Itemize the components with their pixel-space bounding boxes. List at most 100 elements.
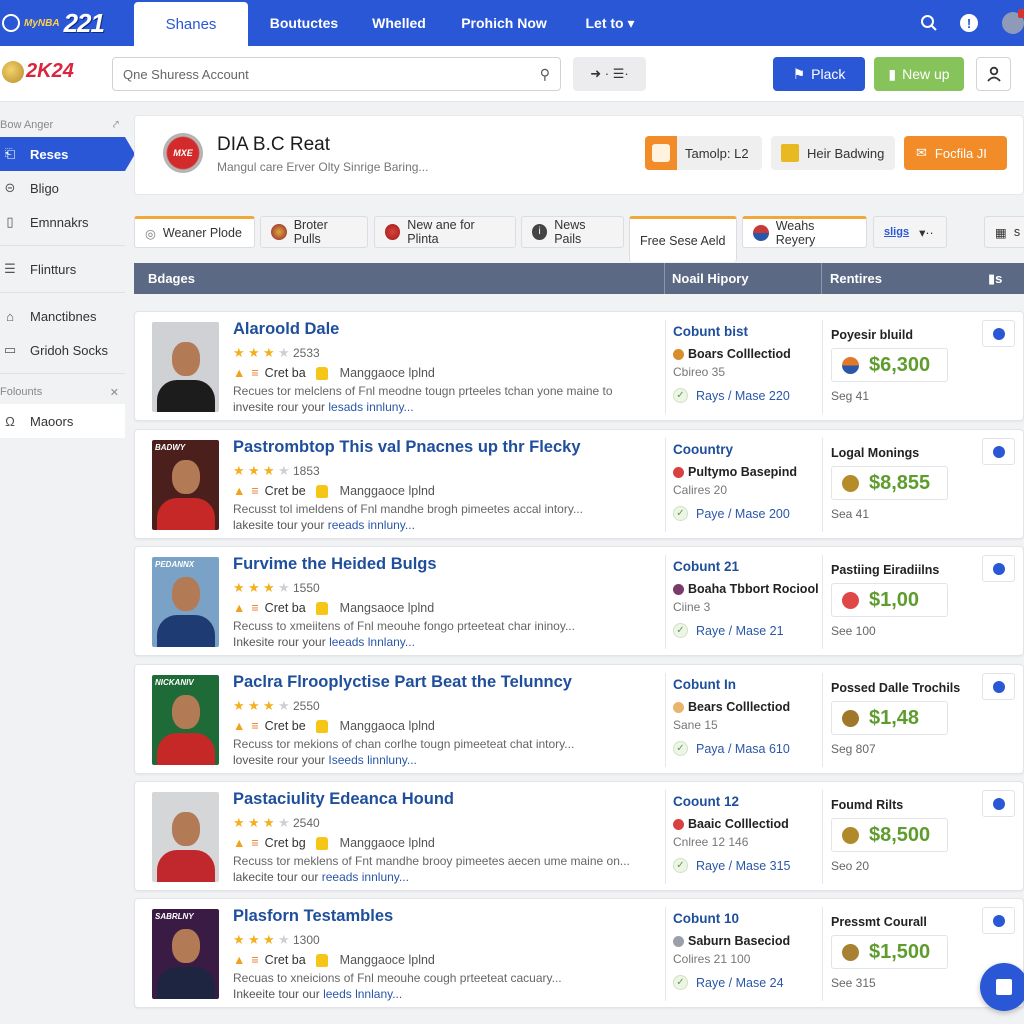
search-icon[interactable] bbox=[918, 12, 940, 34]
price-box[interactable]: $8,500 bbox=[831, 818, 948, 852]
nav-tab-shanes[interactable]: Shanes bbox=[134, 2, 248, 46]
sidebar-section-title: Bow Anger bbox=[0, 119, 54, 131]
column-divider bbox=[665, 790, 666, 884]
filter-tab-weahs-reyery[interactable]: Weahs Reyery bbox=[742, 216, 867, 248]
price-box[interactable]: $6,300 bbox=[831, 348, 948, 382]
collection-label: Saburn Baseciod bbox=[688, 934, 791, 948]
filter-button[interactable]: ➜ · ☰· bbox=[573, 57, 646, 91]
filter-tab-new-ane-for-plinta[interactable]: New ane for Plinta bbox=[374, 216, 516, 248]
filter-tab-more-dropdown[interactable]: sligs ▾·· bbox=[873, 216, 947, 248]
sidebar-item-gridoh-socks[interactable]: ▭ Gridoh Socks bbox=[0, 333, 125, 367]
chat-fab-button[interactable] bbox=[980, 963, 1024, 1011]
row-title[interactable]: Alaroold Dale bbox=[233, 320, 339, 339]
read-more-link[interactable]: leeds lnnlany... bbox=[323, 987, 402, 1001]
history-link[interactable]: ✓ Raye / Mase 24 bbox=[673, 975, 784, 990]
page-subtitle: Mangul care Erver Olty Sinrige Baring... bbox=[217, 160, 429, 174]
read-more-link[interactable]: leeads lnnlany... bbox=[329, 635, 415, 649]
heir-badwing-button[interactable]: Heir Badwing bbox=[771, 136, 895, 170]
row-action-button[interactable] bbox=[982, 320, 1015, 347]
row-title[interactable]: Pastaciulity Edeanca Hound bbox=[233, 790, 454, 809]
user-avatar[interactable] bbox=[1002, 9, 1024, 34]
column-header-rentires[interactable]: Rentires bbox=[830, 271, 882, 286]
price-value: $1,00 bbox=[869, 588, 920, 611]
column-header-history[interactable]: Noail Hipory bbox=[672, 271, 749, 286]
collection-icon bbox=[673, 466, 684, 478]
row-title[interactable]: Plasforn Testambles bbox=[233, 907, 393, 926]
coin-icon bbox=[842, 474, 859, 492]
history-link[interactable]: ✓ Paye / Mase 200 bbox=[673, 506, 790, 521]
focfila-button[interactable]: ✉ Focfila JI bbox=[904, 136, 1007, 170]
new-up-button-label: New up bbox=[902, 66, 950, 82]
sidebar-item-label: Emnnakrs bbox=[30, 214, 89, 230]
read-more-link[interactable]: reeads innluny... bbox=[322, 870, 409, 884]
row-title[interactable]: Paclra Flrooplyctise Part Beat the Telun… bbox=[233, 673, 572, 692]
row-meta: ▲ ≡ Cret ba Manggaoce lplnd bbox=[233, 366, 435, 380]
sidebar-item-bligo[interactable]: ⊝ Bligo bbox=[0, 171, 125, 205]
filter-tab-free-sese-aeld[interactable]: Free Sese Aeld bbox=[629, 216, 737, 262]
table-row-5[interactable]: Pastaciulity Edeanca Hound ★ ★ ★ ★ 2540 … bbox=[134, 781, 1024, 891]
table-row-1[interactable]: Alaroold Dale ★ ★ ★ ★ 2533 ▲ ≡ Cret ba Ma… bbox=[134, 311, 1024, 421]
place-button-label: Plack bbox=[811, 66, 846, 82]
row-title[interactable]: Furvime the Heided Bulgs bbox=[233, 555, 437, 574]
collapse-icon[interactable]: ⤤ bbox=[113, 119, 119, 132]
filter-tab-broter-pulls[interactable]: Broter Pulls bbox=[260, 216, 368, 248]
sidebar-section-title: Folounts bbox=[0, 386, 43, 398]
brand-logo[interactable]: MyNBA 221 bbox=[0, 8, 105, 38]
history-link[interactable]: ✓ Raye / Mase 21 bbox=[673, 623, 784, 638]
nav-tab-prohich-now[interactable]: Prohich Now bbox=[455, 0, 553, 46]
price-box[interactable]: $8,855 bbox=[831, 466, 948, 500]
collection-icon bbox=[673, 583, 684, 595]
column-header-badges[interactable]: Bdages bbox=[148, 271, 195, 286]
history-link[interactable]: ✓ Raye / Mase 315 bbox=[673, 858, 791, 873]
player-thumbnail bbox=[152, 322, 219, 412]
row-action-button[interactable] bbox=[982, 790, 1015, 817]
lock-icon bbox=[315, 719, 328, 733]
filter-tab-label: Weaner Plode bbox=[162, 226, 242, 240]
read-more-link[interactable]: lesads innluny... bbox=[328, 400, 413, 414]
new-up-button[interactable]: ▮ New up bbox=[874, 57, 964, 91]
profile-button[interactable] bbox=[976, 57, 1011, 91]
filter-tab-extra[interactable]: ▦ s bbox=[984, 216, 1024, 248]
row-action-button[interactable] bbox=[982, 438, 1015, 465]
sidebar-item-emnnakrs[interactable]: ▯ Emnnakrs bbox=[0, 205, 125, 239]
info-icon[interactable]: ! bbox=[958, 12, 980, 34]
meta-value: Manggaoce lplnd bbox=[339, 953, 435, 967]
history-link[interactable]: ✓ Rays / Mase 220 bbox=[673, 388, 790, 403]
column-header-actions[interactable]: ▮s bbox=[988, 271, 1002, 287]
price-box[interactable]: $1,48 bbox=[831, 701, 948, 735]
lock-icon bbox=[315, 836, 328, 850]
row-action-button[interactable] bbox=[982, 907, 1015, 934]
close-icon[interactable]: ✕ bbox=[110, 386, 119, 399]
nav-tab-whelled[interactable]: Whelled bbox=[360, 0, 438, 46]
row-action-button[interactable] bbox=[982, 673, 1015, 700]
history-link[interactable]: ✓ Paya / Masa 610 bbox=[673, 741, 790, 756]
filter-tab-weaner-plode[interactable]: ◎ Weaner Plode bbox=[134, 216, 255, 248]
filter-tab-news-pails[interactable]: i News Pails bbox=[521, 216, 624, 248]
sidebar-item-manctibnes[interactable]: ⌂ Manctibnes bbox=[0, 299, 125, 333]
sidebar-item-maoors[interactable]: Ω Maoors bbox=[0, 404, 125, 438]
filter-tab-label: Broter Pulls bbox=[293, 218, 328, 246]
coin-icon bbox=[842, 826, 859, 844]
arrow-circle-icon bbox=[992, 914, 1005, 927]
tamolp-button[interactable]: Tamolp: L2 bbox=[645, 136, 762, 170]
row-action-button[interactable] bbox=[982, 555, 1015, 582]
arrow-circle-icon bbox=[992, 797, 1005, 810]
price-sub: See 100 bbox=[831, 624, 876, 638]
read-more-link[interactable]: Iseeds linnluny... bbox=[328, 753, 417, 767]
price-box[interactable]: $1,500 bbox=[831, 935, 948, 969]
sidebar-item-flintturs[interactable]: ☰ Flintturs bbox=[0, 252, 125, 286]
price-box[interactable]: $1,00 bbox=[831, 583, 948, 617]
nav-tab-let-to-dropdown[interactable]: Let to ▾ bbox=[572, 0, 648, 46]
table-row-3[interactable]: PEDANNX Furvime the Heided Bulgs ★ ★ ★ ★… bbox=[134, 546, 1024, 656]
read-more-link[interactable]: reeads innluny... bbox=[328, 518, 415, 532]
nav-tab-boutuctes[interactable]: Boutuctes bbox=[260, 0, 348, 46]
search-input[interactable] bbox=[123, 66, 540, 82]
column-divider bbox=[664, 263, 665, 294]
table-row-6[interactable]: SABRLNY Plasforn Testambles ★ ★ ★ ★ 1300… bbox=[134, 898, 1024, 1008]
place-button[interactable]: ⚑ Plack bbox=[773, 57, 865, 91]
search-pin-icon[interactable]: ⚲ bbox=[540, 66, 550, 83]
table-row-2[interactable]: BADWY Pastrombtop This val Pnacnes up th… bbox=[134, 429, 1024, 539]
sidebar-item-reses[interactable]: ⎗ Reses bbox=[0, 137, 135, 171]
row-title[interactable]: Pastrombtop This val Pnacnes up thr Flec… bbox=[233, 438, 581, 457]
table-row-4[interactable]: NICKANIV Paclra Flrooplyctise Part Beat … bbox=[134, 664, 1024, 774]
